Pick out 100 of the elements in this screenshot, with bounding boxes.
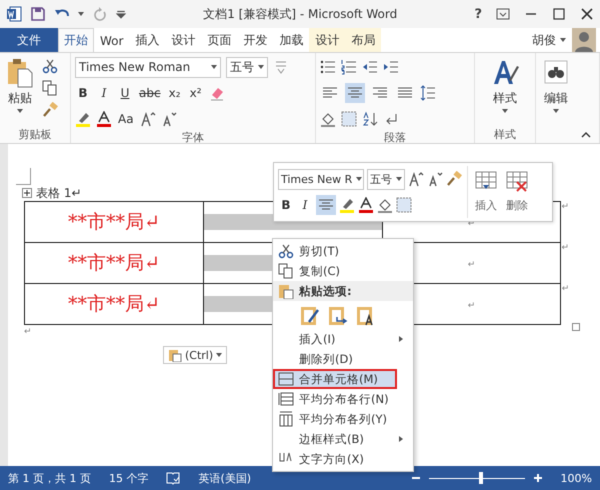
language[interactable]: 英语(美国) <box>198 470 252 486</box>
paste-keep-formatting-icon[interactable] <box>299 304 321 326</box>
page-count[interactable]: 第 1 页，共 1 页 <box>8 470 91 486</box>
ribbon-tab[interactable]: 文件 <box>0 28 58 52</box>
clipboard-icon <box>6 58 34 88</box>
close-icon[interactable] <box>580 7 594 21</box>
table-move-handle-icon[interactable] <box>22 188 32 198</box>
align-button[interactable] <box>345 83 365 103</box>
menu-item[interactable]: 删除列(D) <box>273 349 413 369</box>
save-icon[interactable] <box>30 6 46 22</box>
copy-icon[interactable] <box>42 80 58 96</box>
phonetic-guide-icon[interactable] <box>273 59 289 75</box>
format-button[interactable]: U <box>117 86 133 100</box>
ribbon-tab[interactable]: Wor <box>94 28 130 52</box>
sort-icon[interactable] <box>362 111 378 127</box>
word-logo-icon[interactable] <box>6 6 22 22</box>
font-size-field[interactable]: 五号 <box>226 56 268 78</box>
ribbon-tab[interactable]: 插入 <box>129 28 166 52</box>
zoom-percent[interactable]: 100% <box>560 472 592 484</box>
menu-item[interactable]: 平均分布各行(N) <box>273 389 413 409</box>
word-count[interactable]: 15 个字 <box>108 470 148 486</box>
paragraph-mark: ↵ <box>24 327 33 337</box>
proofing-book-icon[interactable] <box>166 471 180 485</box>
menu-item[interactable]: 平均分布各列(Y) <box>273 409 413 429</box>
ribbon-tab[interactable]: 设计 <box>309 28 346 52</box>
shading-icon[interactable] <box>320 111 336 127</box>
caret-icon <box>356 177 362 182</box>
bold-button[interactable]: B <box>278 198 294 212</box>
indent-icon[interactable] <box>383 59 399 75</box>
clipboard-icon <box>168 348 182 362</box>
format-button[interactable]: x₂ <box>166 86 183 100</box>
avatar-icon[interactable] <box>572 28 596 52</box>
format-painter-icon[interactable] <box>42 102 58 118</box>
bullet-list-icon[interactable] <box>320 59 336 75</box>
ribbon-tab[interactable]: 布局 <box>345 28 382 52</box>
ribbon-tab[interactable]: 开始 <box>58 28 94 52</box>
paste-merge-icon[interactable] <box>327 304 349 326</box>
font-name-field[interactable]: Times New R <box>278 168 364 190</box>
submenu-arrow-icon <box>399 336 403 342</box>
menu-item[interactable]: 文字方向(X) <box>273 449 413 469</box>
shrink-font-icon[interactable] <box>427 171 443 188</box>
ribbon-tab[interactable]: 开发 <box>237 28 274 52</box>
row-end-mark: ↵ <box>562 284 570 294</box>
numbered-list-icon[interactable] <box>341 59 357 75</box>
copy-icon <box>278 263 294 279</box>
ribbon-options-icon[interactable] <box>496 7 510 21</box>
user-menu[interactable]: 胡俊 <box>526 28 572 52</box>
table-cell: **市**局↵ <box>24 284 204 324</box>
eraser-icon[interactable] <box>208 85 225 101</box>
font-color-icon[interactable] <box>96 111 112 127</box>
customize-icon[interactable] <box>116 9 126 19</box>
font-size-field[interactable]: 五号 <box>367 168 405 190</box>
highlighter-icon[interactable] <box>75 111 91 127</box>
format-button[interactable]: abc <box>138 86 162 100</box>
format-painter-icon[interactable] <box>446 171 462 188</box>
paste-button[interactable]: 粘贴 <box>4 56 36 127</box>
grow-font-icon[interactable] <box>408 171 424 188</box>
styles-button[interactable]: 样式 <box>479 56 531 115</box>
highlighter-icon[interactable] <box>339 197 355 214</box>
caret-icon <box>211 65 217 69</box>
help-button[interactable]: ? <box>474 6 482 22</box>
font-name-field[interactable]: Times New Roman <box>75 56 221 78</box>
menu-item[interactable]: 插入(I) <box>273 329 413 349</box>
paste-options-button[interactable]: (Ctrl) <box>163 346 228 364</box>
font-color-icon[interactable] <box>358 197 374 214</box>
borders-icon[interactable] <box>396 197 412 214</box>
format-button[interactable]: x² <box>188 86 204 100</box>
submenu-arrow-icon <box>399 436 403 442</box>
ribbon-tab[interactable]: 加载 <box>273 28 310 52</box>
caret-icon <box>396 177 402 182</box>
ribbon-tab[interactable]: 设计 <box>165 28 202 52</box>
table-delete-icon <box>506 171 528 193</box>
shading-icon[interactable] <box>377 197 393 214</box>
grow-font-icon[interactable] <box>140 111 156 127</box>
window-title: 文档1 [兼容模式] - Microsoft Word <box>202 6 398 22</box>
format-button[interactable]: I <box>96 86 112 100</box>
menu-item[interactable]: 边框样式(B) <box>273 429 413 449</box>
table-cell: **市**局↵ <box>24 242 204 284</box>
borders-icon[interactable] <box>341 111 357 127</box>
table-resize-handle[interactable] <box>572 323 580 331</box>
italic-button[interactable]: I <box>297 198 313 212</box>
row-end-mark: ↵ <box>561 202 569 212</box>
caret-icon <box>258 65 264 69</box>
align-button[interactable] <box>316 195 336 216</box>
ribbon-tab[interactable]: 页面 <box>201 28 238 52</box>
format-button[interactable]: B <box>75 86 91 100</box>
maximize-icon[interactable] <box>552 7 566 21</box>
change-case-button[interactable]: Aa <box>117 112 135 126</box>
outdent-icon[interactable] <box>362 59 378 75</box>
menu-item[interactable]: 合并单元格(M) <box>273 369 397 389</box>
caret-icon[interactable] <box>78 12 84 16</box>
caret-icon <box>216 353 222 357</box>
distribute-rows-icon <box>278 391 294 407</box>
editing-button[interactable]: 编辑 <box>540 56 572 115</box>
scissors-icon[interactable] <box>42 58 58 74</box>
zoom-in-icon[interactable] <box>532 473 543 483</box>
shrink-font-icon[interactable] <box>160 111 177 127</box>
line-spacing-icon[interactable] <box>420 85 436 101</box>
row-end-mark: ↵ <box>561 242 569 252</box>
collapse-ribbon-icon[interactable] <box>581 132 591 138</box>
